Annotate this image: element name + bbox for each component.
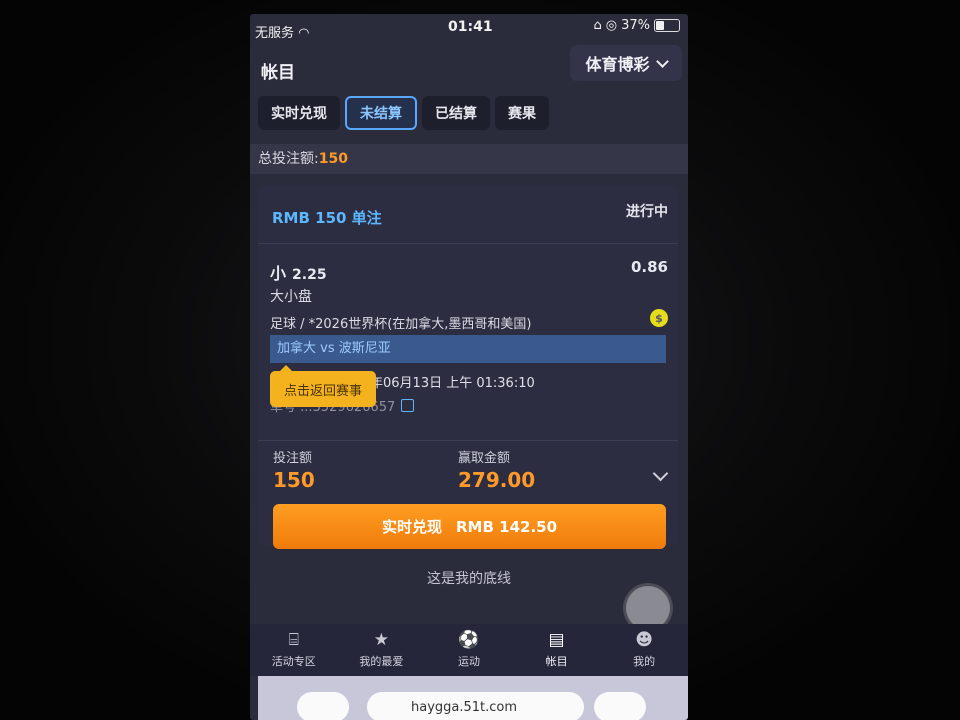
status-bar: 无服务 ◠ 01:41 ⌂ ◎ 37% bbox=[250, 14, 688, 42]
market-name: 大小盘 bbox=[270, 289, 312, 305]
lock-rotation-icon: ◎ bbox=[605, 18, 618, 33]
nav-label: 我的最爱 bbox=[359, 655, 404, 668]
nav-profile[interactable]: ☻ 我的 bbox=[600, 624, 688, 676]
cashout-button[interactable]: 实时兑现 RMB 142.50 bbox=[273, 504, 666, 549]
nav-favorites[interactable]: ★ 我的最爱 bbox=[338, 624, 426, 676]
sport-selector-label: 体育博彩 bbox=[585, 55, 650, 74]
league-name: 足球 / *2026世界杯(在加拿大,墨西哥和美国) bbox=[270, 317, 532, 332]
wifi-icon: ◠ bbox=[298, 26, 310, 41]
bet-selection: 小 2.25 bbox=[270, 260, 327, 284]
copy-icon[interactable] bbox=[401, 399, 415, 412]
nav-sports[interactable]: ⚽ 运动 bbox=[425, 624, 513, 676]
expand-chevron-icon[interactable] bbox=[652, 465, 669, 482]
stake-label: 投注额 bbox=[273, 451, 313, 466]
battery-fill bbox=[656, 21, 664, 30]
tab-cashout[interactable]: 实时兑现 bbox=[258, 96, 340, 130]
cashout-label: 实时兑现 bbox=[381, 518, 442, 536]
nav-promotions[interactable]: ⌸ 活动专区 bbox=[250, 624, 338, 676]
end-of-list-note: 这是我的底线 bbox=[427, 571, 511, 587]
browser-toolbar: haygga.51t.com bbox=[258, 676, 688, 720]
chevron-down-icon bbox=[655, 54, 669, 68]
bet-odds: 0.86 bbox=[630, 258, 668, 276]
total-stake-value: 150 bbox=[318, 151, 348, 167]
page-header: 帐目 体育博彩 bbox=[250, 42, 688, 90]
receipt-icon: ▤ bbox=[548, 630, 565, 650]
nav-label: 运动 bbox=[457, 655, 480, 668]
selection-line: 2.25 bbox=[292, 267, 327, 283]
bet-tabs: 实时兑现 未结算 已结算 赛果 bbox=[258, 96, 549, 130]
bet-time: 年06月13日 上午 01:36:10 bbox=[370, 376, 535, 391]
cashout-amount: RMB 142.50 bbox=[456, 517, 558, 536]
bottom-nav: ⌸ 活动专区 ★ 我的最爱 ⚽ 运动 ▤ 帐目 ☻ 我的 bbox=[250, 624, 688, 676]
divider bbox=[258, 440, 678, 441]
bet-card-header: RMB 150 单注 进行中 bbox=[258, 185, 678, 244]
back-button[interactable] bbox=[297, 692, 349, 720]
bet-title: RMB 150 单注 bbox=[272, 209, 382, 227]
soccer-ball-icon: ⚽ bbox=[458, 630, 480, 650]
battery-percent: 37% bbox=[621, 18, 650, 33]
user-icon: ☻ bbox=[635, 630, 654, 650]
page-title: 帐目 bbox=[261, 63, 295, 83]
stake-value: 150 bbox=[273, 468, 315, 492]
phone-screen: 无服务 ◠ 01:41 ⌂ ◎ 37% 帐目 体育博彩 实时兑现 未结算 已结算… bbox=[250, 14, 688, 720]
tab-results[interactable]: 赛果 bbox=[495, 96, 549, 130]
gift-icon: ⌸ bbox=[288, 630, 299, 650]
bet-card: RMB 150 单注 进行中 小 2.25 0.86 大小盘 足球 / *2026… bbox=[258, 185, 678, 549]
address-bar[interactable]: haygga.51t.com bbox=[367, 692, 584, 720]
tab-settled[interactable]: 已结算 bbox=[422, 96, 490, 130]
status-badge: 进行中 bbox=[626, 204, 668, 220]
back-to-match-tooltip[interactable]: 点击返回赛事 bbox=[270, 365, 376, 407]
star-icon: ★ bbox=[373, 630, 390, 650]
nav-account[interactable]: ▤ 帐目 bbox=[513, 624, 601, 676]
status-right: ⌂ ◎ 37% bbox=[593, 18, 680, 33]
total-stake-label: 总投注额: bbox=[258, 151, 319, 167]
nav-label: 帐目 bbox=[545, 655, 568, 668]
bed-icon: ⌂ bbox=[593, 18, 602, 33]
carrier-label: 无服务 ◠ bbox=[255, 26, 310, 41]
total-stake-bar: 总投注额:150 bbox=[250, 144, 688, 174]
selection-pick: 小 bbox=[270, 264, 287, 283]
more-button[interactable] bbox=[594, 692, 646, 720]
tab-unsettled[interactable]: 未结算 bbox=[345, 96, 417, 130]
sport-selector-button[interactable]: 体育博彩 bbox=[570, 45, 682, 81]
battery-icon bbox=[654, 19, 680, 32]
coin-icon: $ bbox=[650, 309, 668, 327]
win-value: 279.00 bbox=[458, 468, 536, 492]
nav-label: 活动专区 bbox=[271, 655, 316, 668]
win-label: 赢取金额 bbox=[458, 451, 511, 466]
nav-label: 我的 bbox=[633, 655, 656, 668]
match-link[interactable]: 加拿大 vs 波斯尼亚 bbox=[270, 335, 666, 363]
clock: 01:41 bbox=[448, 19, 493, 35]
